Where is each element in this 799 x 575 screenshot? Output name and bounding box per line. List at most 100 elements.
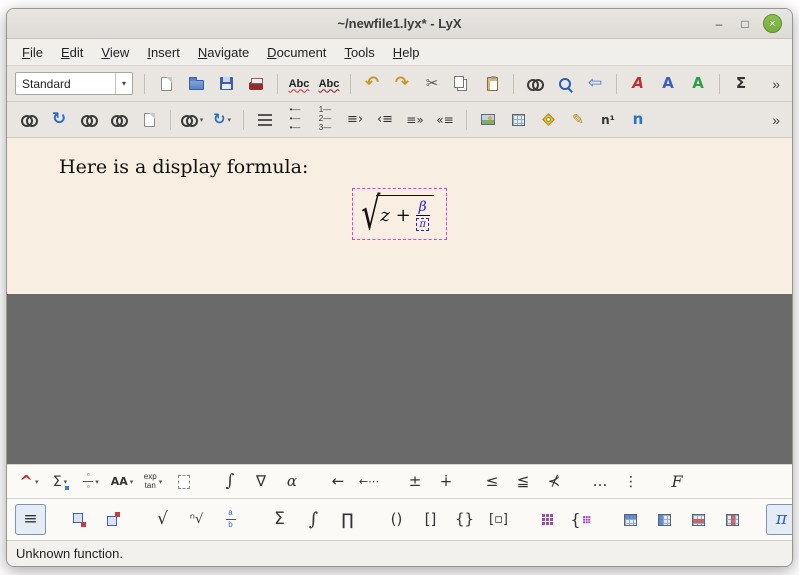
menu-view[interactable]: View <box>92 41 138 64</box>
delete-matrix-row-button[interactable] <box>683 504 714 535</box>
arrow-dots-button[interactable]: ←⋯ <box>355 469 383 495</box>
undo-button[interactable]: ↶ <box>358 71 386 97</box>
matrix-button[interactable] <box>532 504 563 535</box>
leq-button[interactable]: ≤ <box>478 469 506 495</box>
insert-table-button[interactable] <box>504 107 532 133</box>
not-prec-button[interactable]: ⊀ <box>540 469 568 495</box>
product-button[interactable]: ∏ <box>332 504 363 535</box>
arrow-left-button[interactable]: ← <box>324 469 352 495</box>
titlebar[interactable]: ~/newfile1.lyx* - LyX – □ × <box>7 9 792 39</box>
functions-button[interactable]: exptan▾ <box>139 469 167 495</box>
itemize-button[interactable]: •—•—•— <box>281 107 309 133</box>
list-depth-decrease-button[interactable]: ‹≡ <box>371 107 399 133</box>
insert-note-button[interactable]: ✎ <box>564 107 592 133</box>
decrease-indent-button[interactable]: «≡ <box>431 107 459 133</box>
toolbar2-overflow-button[interactable]: » <box>768 112 784 128</box>
cases-button[interactable]: { <box>566 504 597 535</box>
maximize-button[interactable]: □ <box>737 17 753 31</box>
sum-button[interactable]: Σ <box>264 504 295 535</box>
mathcal-f-button[interactable]: F <box>663 469 691 495</box>
view-other-formats-button[interactable]: ▾ <box>178 107 206 133</box>
braces-button[interactable]: {} <box>449 504 480 535</box>
menu-file[interactable]: File <box>13 41 52 64</box>
paragraph-settings-button[interactable] <box>251 107 279 133</box>
integral-button-2[interactable]: ∫ <box>298 504 329 535</box>
increase-indent-button[interactable]: ≡» <box>401 107 429 133</box>
new-document-button[interactable] <box>152 71 180 97</box>
delete-matrix-column-button[interactable] <box>717 504 748 535</box>
greek-alpha-button[interactable]: α <box>278 469 306 495</box>
display-formula-toggle[interactable]: ≡ <box>15 504 46 535</box>
math-inset[interactable]: √ z + β π <box>352 188 446 240</box>
document-canvas[interactable]: Here is a display formula: √ z + β π <box>7 138 792 294</box>
minimize-button[interactable]: – <box>711 17 727 31</box>
insert-math-button[interactable]: Σ <box>727 71 755 97</box>
find-replace-button[interactable] <box>521 71 549 97</box>
integral-button[interactable]: ∫ <box>216 469 244 495</box>
menu-navigate[interactable]: Navigate <box>189 41 258 64</box>
apply-style-button[interactable]: A <box>684 71 712 97</box>
emphasis-button[interactable]: A <box>624 71 652 97</box>
menu-tools[interactable]: Tools <box>335 41 383 64</box>
menu-document[interactable]: Document <box>258 41 335 64</box>
vdots-icon: ⋮ <box>624 475 638 489</box>
paste-button[interactable] <box>478 71 506 97</box>
view-source-button[interactable] <box>135 107 163 133</box>
toolbar1-overflow-button[interactable]: » <box>768 76 784 92</box>
parentheses-button[interactable]: () <box>381 504 412 535</box>
math-symbols-toggle[interactable]: π <box>766 504 792 535</box>
view-master-button[interactable] <box>75 107 103 133</box>
list-depth-increase-button[interactable]: ≡› <box>341 107 369 133</box>
math-decorations-button[interactable]: ^▾ <box>15 469 43 495</box>
math-fonts-button[interactable]: AA▾ <box>108 469 136 495</box>
math-macro-button[interactable] <box>170 469 198 495</box>
noun-button[interactable]: A <box>654 71 682 97</box>
cut-button[interactable]: ✂ <box>418 71 446 97</box>
close-button[interactable]: × <box>763 14 782 33</box>
menu-insert[interactable]: Insert <box>138 41 189 64</box>
nabla-button[interactable]: ∇ <box>247 469 275 495</box>
vdots-button[interactable]: ⋮ <box>617 469 645 495</box>
menu-help[interactable]: Help <box>384 41 429 64</box>
navigate-back-button[interactable]: ⇦ <box>581 71 609 97</box>
paragraph-style-combo[interactable]: Standard▾ <box>15 72 133 95</box>
view-document-button[interactable] <box>15 107 43 133</box>
open-document-button[interactable] <box>182 71 210 97</box>
redo-button[interactable]: ↷ <box>388 71 416 97</box>
sqrt-icon: √ <box>157 511 168 528</box>
update-other-formats-button[interactable]: ↻▾ <box>208 107 236 133</box>
document-text[interactable]: Here is a display formula: <box>59 156 792 178</box>
insert-label-button[interactable] <box>534 107 562 133</box>
fraction-denominator-placeholder[interactable]: π <box>416 218 429 231</box>
check-spelling-button[interactable]: Abc <box>285 71 313 97</box>
update-master-button[interactable] <box>105 107 133 133</box>
fractions-button[interactable]: ▫▫▾ <box>77 469 105 495</box>
fraction-button[interactable]: ab <box>215 504 246 535</box>
find-button[interactable] <box>551 71 579 97</box>
enumerate-button[interactable]: 1—2—3— <box>311 107 339 133</box>
save-document-button[interactable] <box>212 71 240 97</box>
insert-graphics-button[interactable] <box>474 107 502 133</box>
copy-button[interactable] <box>448 71 476 97</box>
math-expression[interactable]: z + <box>380 205 410 226</box>
brackets-button[interactable]: [] <box>415 504 446 535</box>
add-matrix-column-button[interactable] <box>649 504 680 535</box>
leqq-button[interactable]: ≦ <box>509 469 537 495</box>
fraction-numerator[interactable]: β <box>417 200 429 215</box>
insert-footnote-button[interactable]: n¹ <box>594 107 622 133</box>
update-view-button[interactable]: ↻ <box>45 107 73 133</box>
plus-minus-button[interactable]: ± <box>401 469 429 495</box>
dots-button[interactable]: … <box>586 469 614 495</box>
insert-nomenclature-button[interactable]: n <box>624 107 652 133</box>
delimiters-button[interactable]: [▫] <box>483 504 514 535</box>
subscript-button[interactable] <box>64 504 95 535</box>
add-matrix-row-button[interactable] <box>615 504 646 535</box>
thesaurus-button[interactable]: Abc <box>315 71 343 97</box>
print-document-button[interactable] <box>242 71 270 97</box>
nth-root-button[interactable]: ⁿ√ <box>181 504 212 535</box>
sqrt-button[interactable]: √ <box>147 504 178 535</box>
dot-plus-button[interactable]: ∔ <box>432 469 460 495</box>
superscript-button[interactable] <box>98 504 129 535</box>
big-operators-button[interactable]: Σ▾ <box>46 469 74 495</box>
menu-edit[interactable]: Edit <box>52 41 92 64</box>
